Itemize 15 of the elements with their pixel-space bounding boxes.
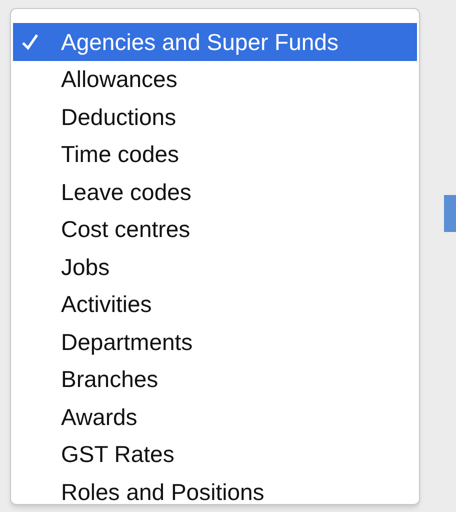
menu-item[interactable]: Roles and Positions: [13, 473, 417, 510]
menu-item[interactable]: Branches: [13, 360, 417, 398]
menu-item[interactable]: Cost centres: [13, 210, 417, 248]
menu-item[interactable]: Leave codes: [13, 173, 417, 210]
menu-item[interactable]: GST Rates: [13, 436, 417, 473]
menu-item[interactable]: Jobs: [13, 248, 417, 286]
menu-item[interactable]: Time codes: [13, 136, 417, 173]
menu-item[interactable]: Deductions: [13, 98, 417, 136]
selection-bar: [444, 195, 456, 232]
menu-item[interactable]: Awards: [13, 398, 417, 436]
menu-item[interactable]: Allowances: [13, 60, 417, 98]
check-icon: [21, 33, 39, 51]
menu-item[interactable]: Agencies and Super Funds: [13, 23, 417, 60]
menu-item[interactable]: Departments: [13, 323, 417, 360]
menu-item[interactable]: Activities: [13, 286, 417, 323]
